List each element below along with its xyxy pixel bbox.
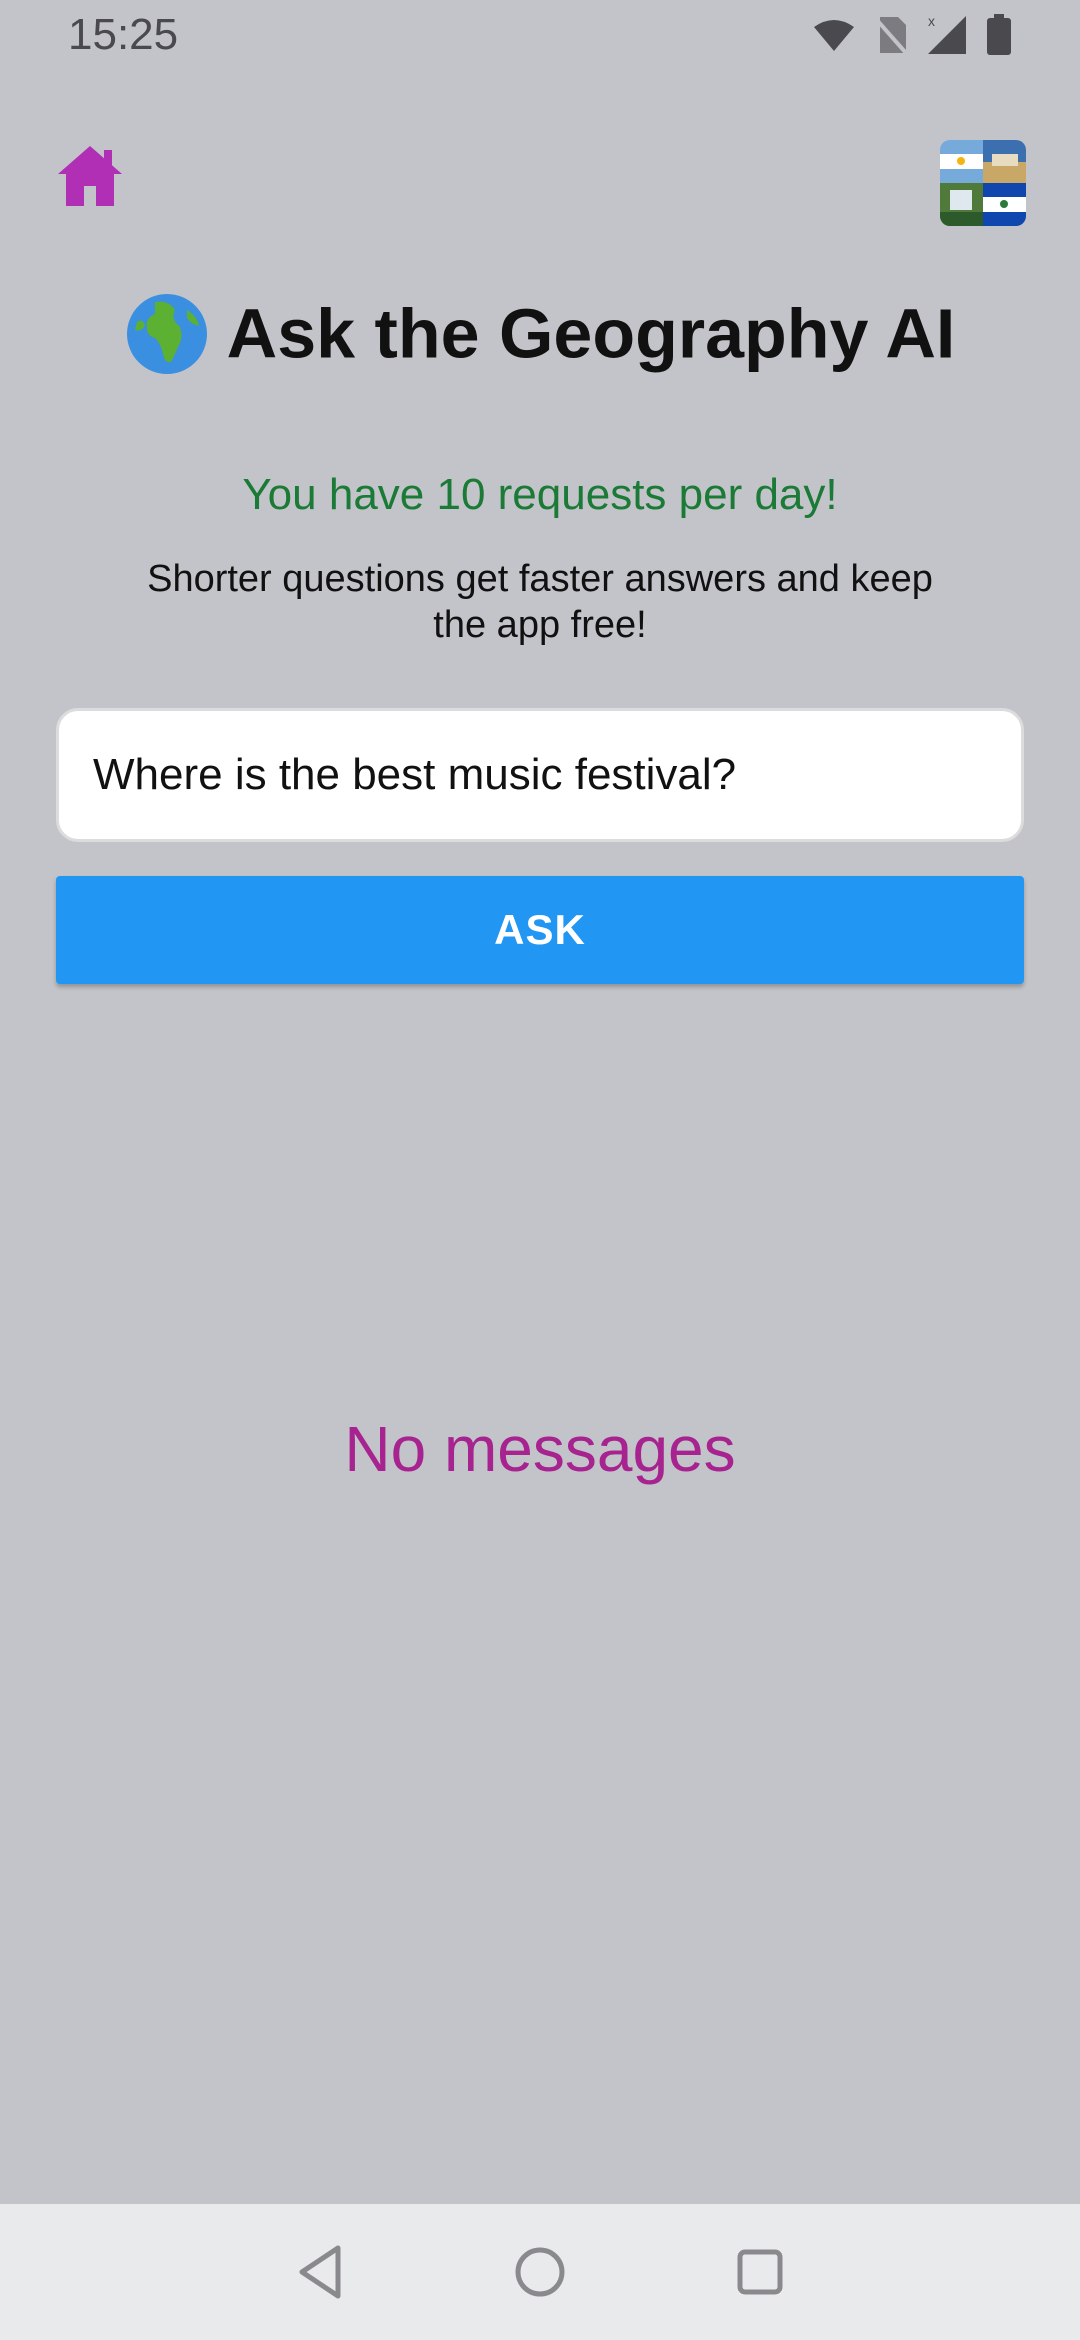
- status-time: 15:25: [68, 10, 179, 59]
- svg-text:x: x: [928, 14, 935, 29]
- profile-avatar[interactable]: [940, 140, 1026, 226]
- home-circle-icon: [515, 2247, 565, 2297]
- battery-icon: [987, 14, 1011, 55]
- tip-text: Shorter questions get faster answers and…: [147, 558, 933, 646]
- ask-button[interactable]: ASK: [56, 876, 1024, 984]
- nav-recents-button[interactable]: [728, 2240, 792, 2304]
- nav-back-button[interactable]: [290, 2240, 354, 2304]
- country-flags-collage-icon: [940, 140, 1026, 226]
- page-title: Ask the Geography AI: [0, 288, 1080, 376]
- question-input[interactable]: [56, 708, 1024, 842]
- globe-icon: [126, 293, 207, 374]
- signal-icon: x: [928, 14, 966, 54]
- recents-icon: [737, 2249, 783, 2295]
- home-button[interactable]: [56, 142, 124, 210]
- navigation-bar: [0, 2204, 1080, 2340]
- wifi-icon: [814, 20, 854, 51]
- status-bar: 15:25 x: [0, 0, 1080, 80]
- empty-messages-text: No messages: [344, 1413, 736, 1485]
- requests-note: You have 10 requests per day!: [242, 470, 838, 519]
- page-title-text: Ask the Geography AI: [226, 294, 956, 373]
- status-icons: x: [812, 14, 1012, 56]
- no-sim-icon: [874, 17, 908, 55]
- nav-home-button[interactable]: [508, 2240, 572, 2304]
- home-icon: [58, 146, 122, 206]
- back-icon: [299, 2245, 341, 2299]
